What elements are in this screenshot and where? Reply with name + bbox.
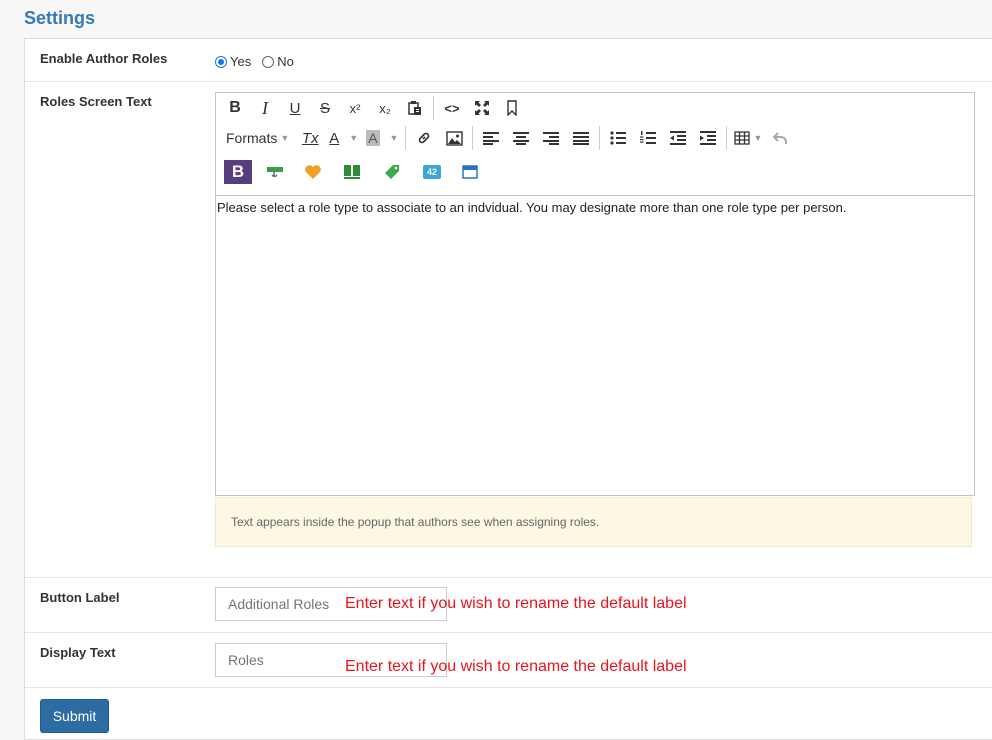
table-button[interactable]: ▼ [730, 125, 766, 151]
button-label-row: Button Label Enter text if you wish to r… [25, 578, 992, 633]
toolbar-separator [599, 126, 601, 150]
chevron-down-icon: ▼ [280, 133, 290, 143]
formats-dropdown[interactable]: Formats ▼ [220, 125, 295, 151]
italic-icon[interactable]: I [250, 95, 280, 121]
text-color-button[interactable]: A ▼ [325, 125, 362, 151]
strikethrough-icon[interactable]: S [310, 95, 340, 121]
image-icon[interactable] [439, 125, 469, 151]
chevron-down-icon: ▼ [753, 133, 763, 143]
toolbar-row-3: B 42 [220, 158, 488, 186]
enable-roles-radio-group: Yes No [215, 54, 305, 69]
radio-no[interactable] [262, 55, 275, 68]
text-color-icon: A [329, 129, 340, 147]
bootstrap-button[interactable]: B [220, 159, 256, 185]
button-label-hint: Enter text if you wish to rename the def… [345, 595, 687, 612]
help-text: Text appears inside the popup that autho… [215, 497, 972, 547]
paste-icon[interactable] [400, 95, 430, 121]
heart-icon[interactable] [294, 159, 332, 185]
bookmark-icon[interactable] [497, 95, 527, 121]
display-text-label: Display Text [40, 645, 116, 660]
window-icon[interactable] [452, 159, 488, 185]
justify-icon[interactable] [566, 125, 596, 151]
tag-icon[interactable] [372, 159, 412, 185]
chevron-down-icon: ▼ [349, 133, 359, 143]
rich-text-editor: B I U S x² x₂ <> Formats ▼ Tx A ▼ A ▼ ▼ … [215, 92, 975, 496]
display-text-row: Display Text Enter text if you wish to r… [25, 633, 992, 688]
bullet-list-icon[interactable] [603, 125, 633, 151]
toolbar-row-1: B I U S x² x₂ <> [220, 94, 527, 122]
layout-icon[interactable] [332, 159, 372, 185]
component-icon[interactable] [256, 159, 294, 185]
radio-yes[interactable] [215, 55, 227, 68]
radio-yes-label[interactable]: Yes [230, 54, 251, 69]
outdent-icon[interactable] [663, 125, 693, 151]
fullscreen-icon[interactable] [467, 95, 497, 121]
roles-text-label: Roles Screen Text [40, 94, 152, 109]
numbered-list-icon[interactable] [633, 125, 663, 151]
table-icon [734, 131, 751, 145]
formats-label: Formats [226, 130, 278, 146]
indent-icon[interactable] [693, 125, 723, 151]
undo-icon[interactable] [766, 125, 796, 151]
roles-text-row: Roles Screen Text B I U S x² x₂ <> Forma… [25, 82, 992, 578]
code-icon[interactable]: <> [437, 95, 467, 121]
bootstrap-icon: B [224, 160, 252, 184]
subscript-icon[interactable]: x₂ [370, 95, 400, 121]
page-title: Settings [24, 8, 96, 28]
display-text-hint: Enter text if you wish to rename the def… [345, 658, 687, 675]
counter-icon: 42 [423, 165, 441, 179]
chevron-down-icon: ▼ [389, 133, 399, 143]
toolbar-separator [472, 126, 474, 150]
toolbar-separator [405, 126, 407, 150]
align-center-icon[interactable] [506, 125, 536, 151]
radio-no-label[interactable]: No [277, 54, 294, 69]
toolbar-separator [726, 126, 728, 150]
underline-icon[interactable]: U [280, 95, 310, 121]
enable-roles-row: Enable Author Roles Yes No [25, 39, 992, 82]
button-label-label: Button Label [40, 590, 120, 605]
background-color-button[interactable]: A ▼ [362, 125, 402, 151]
submit-button[interactable]: Submit [40, 699, 109, 733]
superscript-icon[interactable]: x² [340, 95, 370, 121]
clear-format-icon[interactable]: Tx [295, 125, 325, 151]
toolbar-row-2: Formats ▼ Tx A ▼ A ▼ ▼ [220, 124, 796, 152]
counter-button[interactable]: 42 [412, 159, 452, 185]
align-left-icon[interactable] [476, 125, 506, 151]
align-right-icon[interactable] [536, 125, 566, 151]
editor-toolbar: B I U S x² x₂ <> Formats ▼ Tx A ▼ A ▼ ▼ … [216, 93, 974, 196]
background-color-icon: A [366, 130, 380, 146]
editor-content[interactable]: Please select a role type to associate t… [216, 196, 974, 495]
enable-roles-label: Enable Author Roles [40, 51, 168, 66]
settings-panel: Enable Author Roles Yes No Roles Screen … [24, 38, 992, 740]
toolbar-separator [433, 96, 434, 120]
bold-icon[interactable]: B [220, 95, 250, 121]
link-icon[interactable] [409, 125, 439, 151]
